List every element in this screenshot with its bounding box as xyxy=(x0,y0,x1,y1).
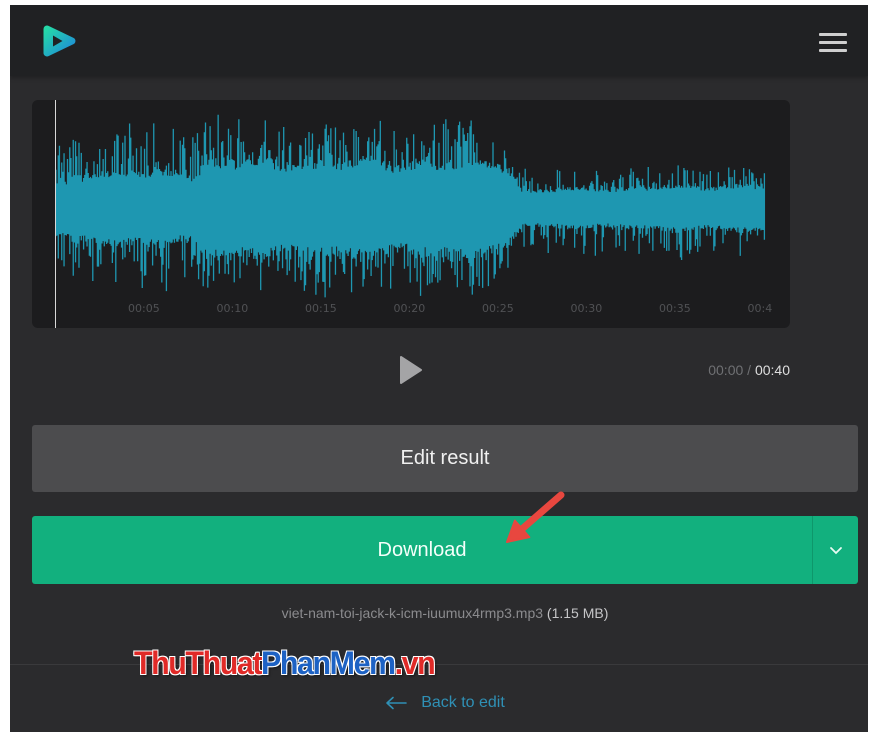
logo-icon[interactable] xyxy=(40,22,78,60)
current-time: 00:00 xyxy=(708,362,744,378)
time-separator: / xyxy=(747,362,752,378)
duration: 00:40 xyxy=(754,362,790,378)
back-to-edit-link[interactable]: Back to edit xyxy=(385,693,505,713)
footer: Back to edit xyxy=(32,692,858,714)
arrow-left-icon xyxy=(386,696,407,710)
watermark: ThuThuatPhanMem.vn xyxy=(134,645,436,681)
back-to-edit-label: Back to edit xyxy=(421,694,505,711)
waveform-timeline[interactable]: 00:05 00:10 00:15 00:20 00:25 00:30 00:3… xyxy=(32,100,790,328)
play-icon xyxy=(400,356,422,384)
watermark-part: ThuThuat xyxy=(134,645,262,681)
arrow-left-path xyxy=(386,696,407,710)
chevron-down-icon xyxy=(829,546,842,554)
hamburger-menu-icon[interactable] xyxy=(814,27,852,57)
file-name: viet-nam-toi-jack-k-icm-iuumux4rmp3.mp3 xyxy=(281,605,544,621)
download-button-group: Download xyxy=(32,516,858,584)
time-display: 00:00 / 00:40 xyxy=(708,362,790,378)
menu-line xyxy=(819,41,847,44)
waveform-shape xyxy=(55,114,766,298)
watermark-part: .vn xyxy=(394,645,436,681)
audio-result-page: 00:05 00:10 00:15 00:20 00:25 00:30 00:3… xyxy=(10,5,868,732)
download-button[interactable]: Download xyxy=(32,516,812,584)
menu-line xyxy=(819,49,847,52)
edit-result-label: Edit result xyxy=(400,447,490,469)
playhead[interactable] xyxy=(55,100,56,328)
chevron-path xyxy=(829,546,842,554)
file-info: viet-nam-toi-jack-k-icm-iuumux4rmp3.mp3 … xyxy=(32,605,858,622)
menu-line xyxy=(819,33,847,36)
top-header xyxy=(10,5,868,76)
watermark-part: PhanMem xyxy=(261,645,396,681)
download-options-button[interactable] xyxy=(812,516,858,584)
play-triangle xyxy=(400,356,422,384)
file-size: (1.15 MB) xyxy=(546,605,609,621)
download-label: Download xyxy=(377,538,467,561)
logo-graphic xyxy=(43,25,76,57)
edit-result-button[interactable]: Edit result xyxy=(32,425,858,492)
waveform xyxy=(55,114,766,298)
play-button[interactable] xyxy=(396,353,426,387)
